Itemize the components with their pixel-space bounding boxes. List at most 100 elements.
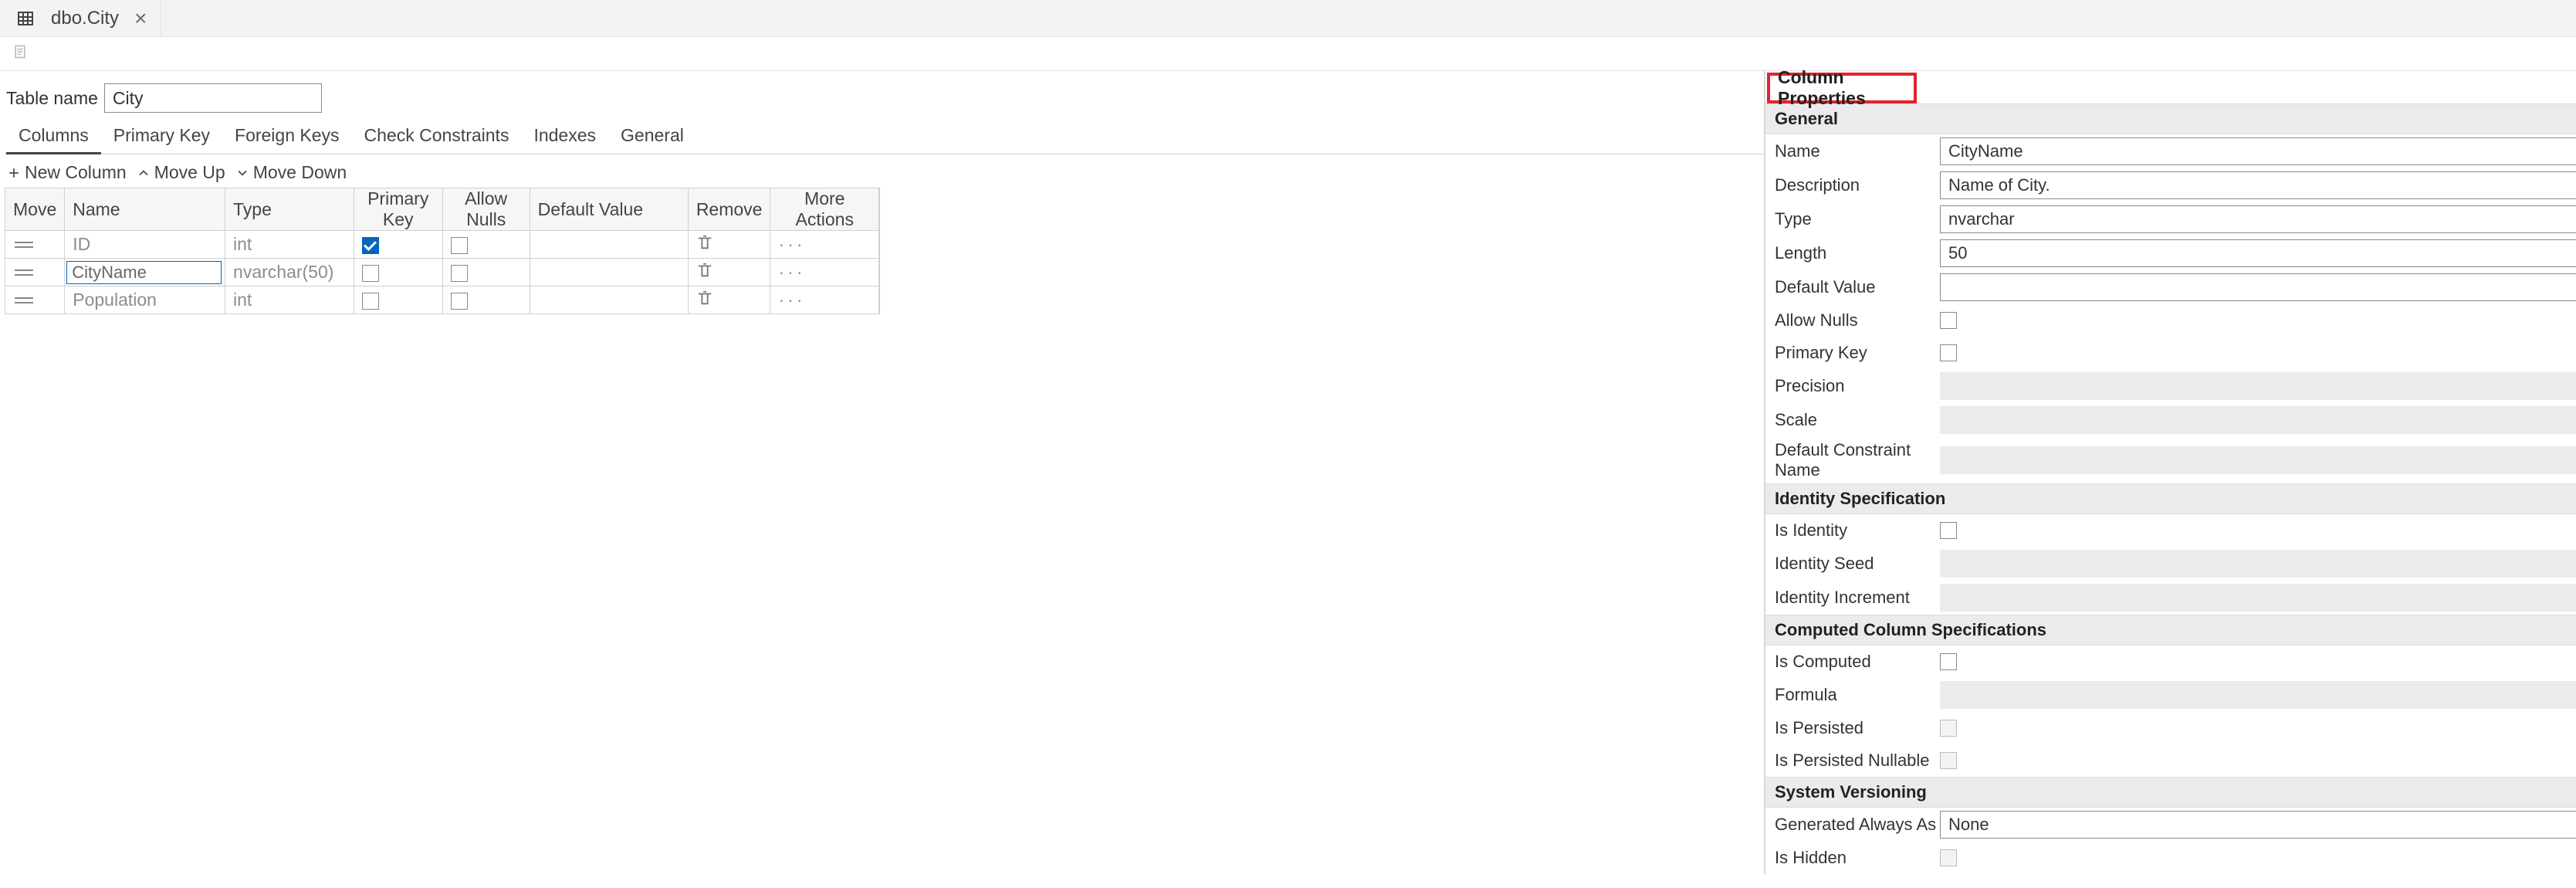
header-type: Type (225, 188, 354, 231)
prop-gaa-label: Generated Always As (1775, 815, 1940, 835)
header-default: Default Value (530, 188, 688, 231)
drag-handle-icon[interactable] (5, 231, 65, 259)
more-actions-button[interactable]: ··· (770, 286, 879, 314)
prop-type: Type (1765, 202, 2576, 236)
new-column-button[interactable]: New Column (6, 162, 127, 183)
cell-name[interactable]: ID (65, 231, 225, 259)
cell-pk[interactable] (354, 286, 442, 314)
tab-indexes[interactable]: Indexes (521, 120, 608, 154)
cell-pk[interactable] (354, 231, 442, 259)
prop-name-input[interactable] (1940, 137, 2576, 165)
checkbox-icon (1940, 752, 1957, 769)
tab-columns[interactable]: Columns (6, 120, 101, 154)
drag-handle-icon[interactable] (5, 286, 65, 314)
cell-default[interactable] (530, 231, 688, 259)
script-icon[interactable] (12, 43, 28, 65)
table-name-row: Table name (5, 79, 1764, 120)
tab-foreign-keys[interactable]: Foreign Keys (222, 120, 352, 154)
section-identity: Identity Specification (1765, 483, 2576, 514)
checkbox-icon (451, 237, 468, 254)
cell-pk[interactable] (354, 259, 442, 286)
prop-formula-input (1940, 681, 2576, 709)
cell-name[interactable] (65, 259, 225, 286)
tab-bar: dbo.City × (0, 0, 2576, 37)
cell-default[interactable] (530, 259, 688, 286)
remove-button[interactable] (688, 259, 770, 286)
prop-is-identity: Is Identity (1765, 514, 2576, 547)
prop-description: Description (1765, 168, 2576, 202)
prop-allow-nulls: Allow Nulls (1765, 304, 2576, 337)
content-split: Table name Columns Primary Key Foreign K… (0, 71, 2576, 874)
prop-formula: Formula (1765, 678, 2576, 712)
prop-identity-increment: Identity Increment (1765, 581, 2576, 615)
prop-type-select[interactable] (1940, 205, 2576, 233)
prop-is-hidden-label: Is Hidden (1775, 848, 1940, 868)
cell-nulls[interactable] (442, 286, 530, 314)
designer-tabs: Columns Primary Key Foreign Keys Check C… (5, 120, 1764, 154)
cell-name[interactable]: Population (65, 286, 225, 314)
prop-precision-input (1940, 372, 2576, 400)
table-name-input[interactable] (104, 83, 322, 113)
prop-name: Name (1765, 134, 2576, 168)
prop-is-persisted-label: Is Persisted (1775, 718, 1940, 738)
checkbox-icon[interactable] (1940, 522, 1957, 539)
table-row: Population int ··· (5, 286, 879, 314)
header-name: Name (65, 188, 225, 231)
cell-nulls[interactable] (442, 231, 530, 259)
prop-is-computed: Is Computed (1765, 646, 2576, 678)
prop-formula-label: Formula (1775, 685, 1940, 705)
move-down-button[interactable]: Move Down (235, 162, 347, 183)
prop-is-persisted-nullable: Is Persisted Nullable (1765, 744, 2576, 777)
remove-button[interactable] (688, 231, 770, 259)
more-actions-button[interactable]: ··· (770, 231, 879, 259)
properties-title: Column Properties (1767, 73, 1917, 103)
more-actions-button[interactable]: ··· (770, 259, 879, 286)
header-more: More Actions (770, 188, 879, 231)
prop-primary-key-label: Primary Key (1775, 343, 1940, 363)
section-system-versioning: System Versioning (1765, 777, 2576, 808)
checkbox-icon (362, 293, 379, 310)
checkbox-icon[interactable] (1940, 653, 1957, 670)
cell-type[interactable]: nvarchar(50) (225, 259, 354, 286)
prop-precision: Precision (1765, 369, 2576, 403)
tab-primary-key[interactable]: Primary Key (101, 120, 222, 154)
prop-default-input[interactable] (1940, 273, 2576, 301)
header-remove: Remove (688, 188, 770, 231)
columns-toolbar: New Column Move Up Move Down (5, 154, 1764, 186)
cell-type[interactable]: int (225, 286, 354, 314)
prop-gaa-select[interactable] (1940, 811, 2576, 839)
prop-identity-seed-input (1940, 550, 2576, 578)
checkbox-icon (451, 293, 468, 310)
tab-dbo-city[interactable]: dbo.City × (0, 0, 161, 36)
checkbox-icon (1940, 720, 1957, 737)
new-column-label: New Column (25, 162, 127, 183)
prop-type-label: Type (1775, 209, 1940, 229)
secondary-toolbar (0, 37, 2576, 71)
prop-is-hidden: Is Hidden (1765, 842, 2576, 874)
cell-type[interactable]: int (225, 231, 354, 259)
remove-button[interactable] (688, 286, 770, 314)
move-up-button[interactable]: Move Up (136, 162, 225, 183)
header-nulls: Allow Nulls (442, 188, 530, 231)
prop-description-input[interactable] (1940, 171, 2576, 199)
move-up-label: Move Up (154, 162, 225, 183)
prop-allow-nulls-label: Allow Nulls (1775, 310, 1940, 330)
close-icon[interactable]: × (134, 8, 147, 29)
section-computed: Computed Column Specifications (1765, 615, 2576, 646)
table-icon (15, 8, 36, 29)
drag-handle-icon[interactable] (5, 259, 65, 286)
checkbox-icon[interactable] (1940, 312, 1957, 329)
prop-length-input[interactable] (1940, 239, 2576, 267)
table-name-label: Table name (6, 88, 98, 109)
prop-is-persisted-nullable-label: Is Persisted Nullable (1775, 751, 1940, 771)
prop-is-identity-label: Is Identity (1775, 520, 1940, 541)
edit-name-input[interactable] (66, 261, 222, 284)
header-move: Move (5, 188, 65, 231)
tab-general[interactable]: General (608, 120, 696, 154)
move-down-label: Move Down (253, 162, 347, 183)
checkbox-icon[interactable] (1940, 344, 1957, 361)
tab-check-constraints[interactable]: Check Constraints (352, 120, 522, 154)
cell-nulls[interactable] (442, 259, 530, 286)
cell-default[interactable] (530, 286, 688, 314)
grid-header-row: Move Name Type Primary Key Allow Nulls D… (5, 188, 879, 231)
